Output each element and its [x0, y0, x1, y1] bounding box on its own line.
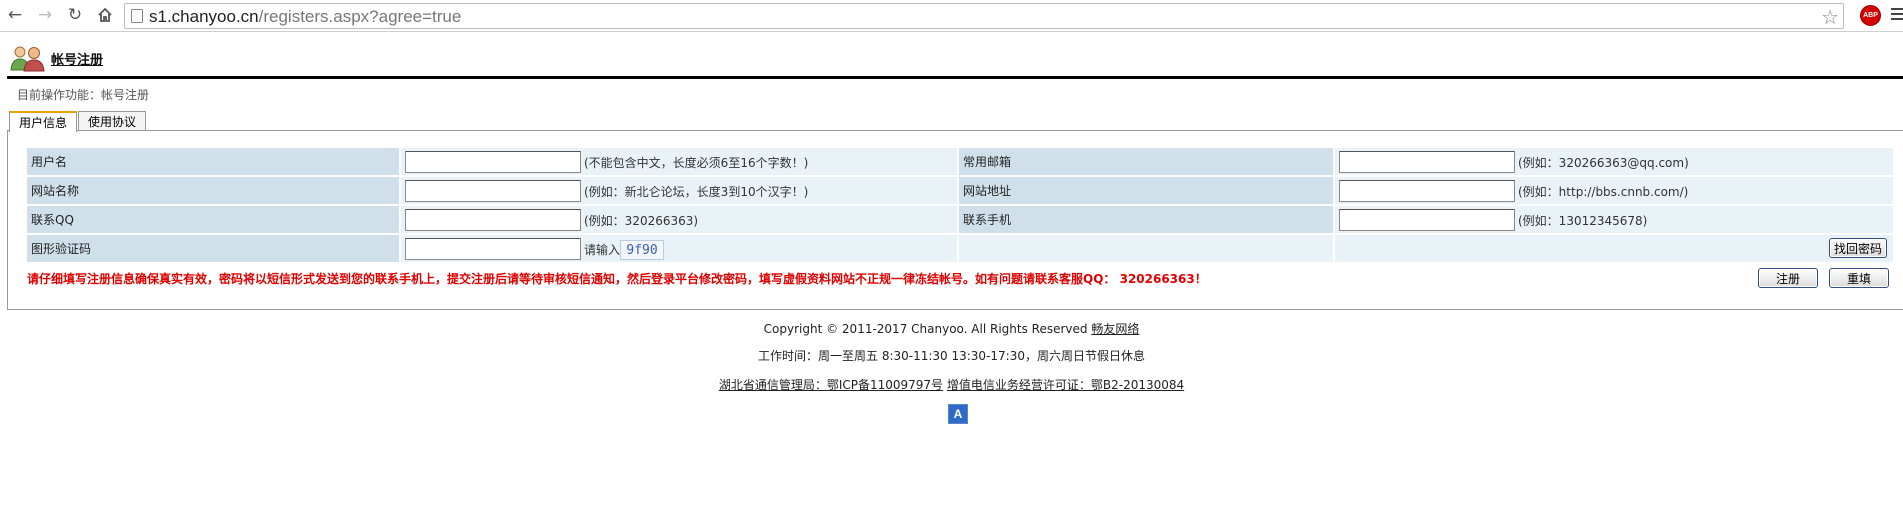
site-badge-icon[interactable]: A: [948, 404, 968, 424]
recover-password-button[interactable]: 找回密码: [1829, 238, 1887, 258]
tab-user-info[interactable]: 用户信息: [9, 111, 77, 132]
back-arrow-icon[interactable]: ←: [4, 4, 26, 26]
captcha-prompt: 请输入: [584, 243, 621, 257]
footer-copyright: Copyright © 2011-2017 Chanyoo. All Right…: [0, 320, 1903, 337]
site-url-hint: (例如：http://bbs.cnnb.com/): [1518, 185, 1689, 199]
qq-hint: (例如：320266363): [584, 214, 699, 228]
users-icon: [10, 46, 45, 72]
site-url-input[interactable]: [1339, 180, 1515, 202]
captcha-label: 图形验证码: [27, 235, 399, 262]
license-label-link[interactable]: 增值电信业务经营许可证：: [947, 378, 1091, 392]
browser-toolbar: ← → ↻ s1.chanyoo.cn/registers.aspx?agree…: [0, 0, 1903, 32]
qq-input[interactable]: [405, 209, 581, 231]
reset-button[interactable]: 重填: [1829, 268, 1889, 288]
captcha-spacer-cell: [959, 235, 1333, 262]
email-input[interactable]: [1339, 151, 1515, 173]
site-name-input[interactable]: [405, 180, 581, 202]
breadcrumb: 目前操作功能：帐号注册: [17, 88, 150, 102]
url-text: s1.chanyoo.cn/registers.aspx?agree=true: [149, 7, 462, 26]
username-input[interactable]: [405, 151, 581, 173]
company-link[interactable]: 畅友网络: [1091, 322, 1139, 336]
email-label: 常用邮箱: [959, 148, 1333, 175]
mobile-input[interactable]: [1339, 209, 1515, 231]
site-name-label: 网站名称: [27, 177, 399, 204]
authority-link[interactable]: 湖北省通信管理局：: [719, 378, 827, 392]
home-icon[interactable]: [94, 4, 116, 26]
captcha-input[interactable]: [405, 238, 581, 260]
adblock-icon[interactable]: ABP: [1860, 5, 1881, 26]
email-hint: (例如：320266363@qq.com): [1518, 156, 1689, 170]
header-divider: [7, 76, 1903, 79]
qq-label: 联系QQ: [27, 206, 399, 233]
mobile-label: 联系手机: [959, 206, 1333, 233]
page-icon: [131, 9, 143, 23]
site-name-hint: (例如：新北仑论坛，长度3到10个汉字！): [584, 185, 809, 199]
menu-icon[interactable]: [1891, 8, 1903, 23]
tab-usage-agreement[interactable]: 使用协议: [78, 111, 146, 131]
mobile-hint: (例如：13012345678): [1518, 214, 1648, 228]
bookmark-star-icon[interactable]: ☆: [1821, 5, 1839, 29]
register-button[interactable]: 注册: [1758, 268, 1818, 288]
footer-hours: 工作时间：周一至周五 8:30-11:30 13:30-17:30，周六周日节假…: [758, 349, 1145, 363]
username-label: 用户名: [27, 148, 399, 175]
page-title[interactable]: 帐号注册: [51, 49, 103, 68]
site-url-label: 网站地址: [959, 177, 1333, 204]
notice-text: 请仔细填写注册信息确保真实有效，密码将以短信形式发送到您的联系手机上，提交注册后…: [27, 272, 1207, 286]
footer-license: 湖北省通信管理局：鄂ICP备11009797号 增值电信业务经营许可证：鄂B2-…: [0, 376, 1903, 393]
reload-icon[interactable]: ↻: [64, 4, 86, 26]
copyright-text: Copyright © 2011-2017 Chanyoo. All Right…: [763, 322, 1092, 336]
captcha-image[interactable]: 9f90: [620, 240, 664, 260]
recover-cell: [1335, 235, 1893, 262]
address-bar[interactable]: s1.chanyoo.cn/registers.aspx?agree=true …: [124, 3, 1844, 29]
license-link[interactable]: 鄂B2-20130084: [1091, 378, 1184, 392]
icp-link[interactable]: 鄂ICP备11009797号: [827, 378, 943, 392]
username-hint: (不能包含中文，长度必须6至16个字数！): [584, 156, 809, 170]
forward-arrow-icon[interactable]: →: [34, 4, 56, 26]
